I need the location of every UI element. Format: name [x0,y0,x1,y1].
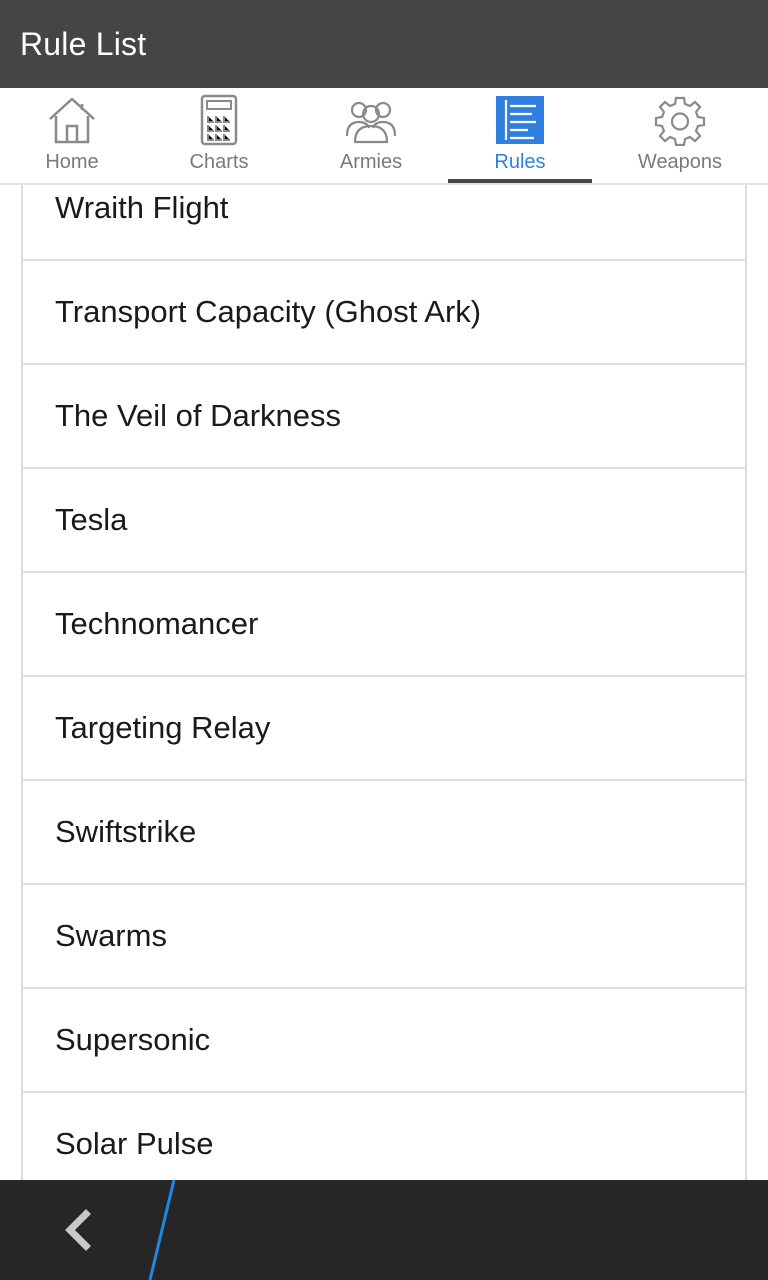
tab-armies[interactable]: Armies [294,88,448,183]
active-tab-indicator [448,179,592,183]
list-item[interactable]: Supersonic [23,989,745,1093]
list-item[interactable]: The Veil of Darkness [23,365,745,469]
list-item[interactable]: Solar Pulse [23,1093,745,1180]
list-item[interactable]: Targeting Relay [23,677,745,781]
tab-charts[interactable]: Charts [144,88,294,183]
gear-icon [654,96,706,146]
tab-rules[interactable]: Rules [448,88,592,183]
rule-list-items: Wraith Flight Transport Capacity (Ghost … [23,185,745,1180]
action-bar [0,1180,768,1280]
action-bar-separator [148,1180,176,1280]
tab-bar: Home Charts Armies Rules Weapons [0,88,768,185]
title-bar: Rule List [0,0,768,88]
page-title: Rule List [20,25,147,62]
list-item[interactable]: Swiftstrike [23,781,745,885]
group-icon [345,101,397,144]
tab-label: Home [45,151,99,173]
list-item[interactable]: Wraith Flight [23,185,745,261]
rule-list[interactable]: Wraith Flight Transport Capacity (Ghost … [21,185,747,1180]
tab-weapons[interactable]: Weapons [592,88,768,183]
list-item[interactable]: Swarms [23,885,745,989]
tab-label: Charts [189,151,249,173]
tab-home[interactable]: Home [0,88,144,183]
home-icon [49,97,95,144]
list-item[interactable]: Transport Capacity (Ghost Ark) [23,261,745,365]
list-item[interactable]: Tesla [23,469,745,573]
chevron-left-icon[interactable] [40,1200,114,1260]
calculator-icon [200,94,238,146]
list-icon [496,96,544,144]
tab-label: Weapons [637,151,723,173]
list-item[interactable]: Technomancer [23,573,745,677]
tab-label: Rules [494,151,546,173]
tab-label: Armies [339,151,403,173]
